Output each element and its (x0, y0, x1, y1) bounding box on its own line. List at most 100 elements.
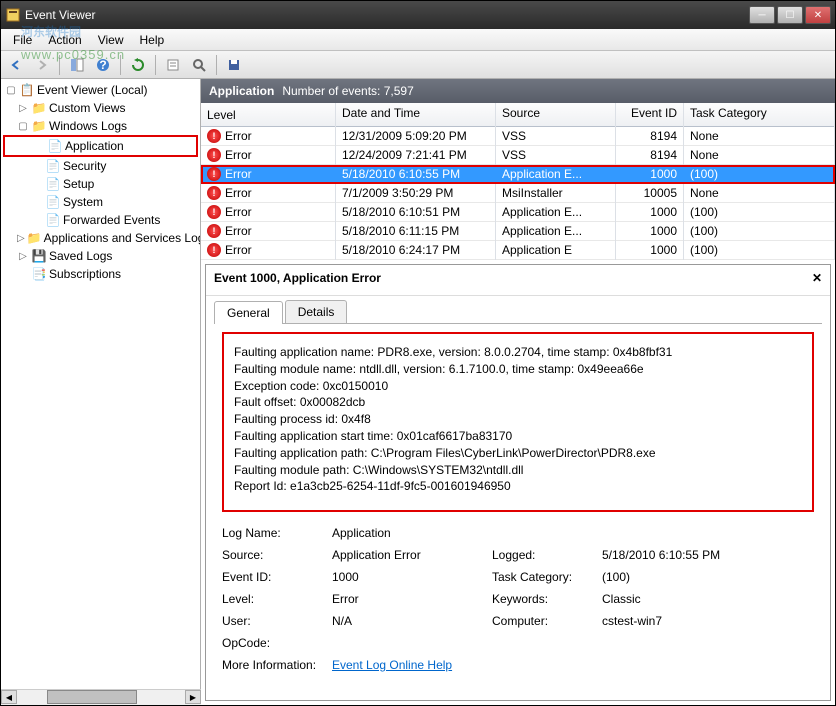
tree-application[interactable]: 📄Application (3, 135, 198, 157)
tree-subscriptions[interactable]: 📑Subscriptions (3, 265, 198, 283)
log-icon: 📄 (47, 138, 63, 154)
error-icon: ! (207, 205, 221, 219)
tree-custom-views[interactable]: ▷📁Custom Views (3, 99, 198, 117)
error-icon: ! (207, 224, 221, 238)
error-icon: ! (207, 243, 221, 257)
subscription-icon: 📑 (31, 266, 47, 282)
log-name: Application (209, 84, 274, 98)
eventviewer-icon: 📋 (19, 82, 35, 98)
scroll-right-button[interactable]: ▶ (185, 690, 201, 704)
value-user: N/A (332, 614, 492, 628)
savedlog-icon: 💾 (31, 248, 47, 264)
tab-general[interactable]: General (214, 301, 283, 324)
folder-icon: 📁 (31, 100, 47, 116)
folder-icon: 📁 (27, 230, 42, 246)
save-button[interactable] (223, 54, 245, 76)
tree-security[interactable]: 📄Security (3, 157, 198, 175)
grid-row[interactable]: !Error5/18/2010 6:10:51 PMApplication E.… (201, 203, 835, 222)
value-level: Error (332, 592, 492, 606)
app-icon (5, 7, 21, 23)
label-eventid: Event ID: (222, 570, 332, 584)
tree-scrollbar[interactable]: ◀ ▶ (1, 689, 201, 705)
help-button[interactable]: ? (92, 54, 114, 76)
value-logged: 5/18/2010 6:10:55 PM (602, 548, 762, 562)
detail-tabs: General Details (206, 300, 830, 323)
tab-general-body: Faulting application name: PDR8.exe, ver… (214, 323, 822, 692)
window-title: Event Viewer (25, 8, 749, 22)
minimize-button[interactable]: ─ (749, 6, 775, 24)
detail-close-button[interactable]: ✕ (812, 271, 822, 285)
link-online-help[interactable]: Event Log Online Help (332, 658, 762, 672)
grid-header[interactable]: Level Date and Time Source Event ID Task… (201, 103, 835, 127)
svg-text:?: ? (99, 58, 106, 72)
menu-view[interactable]: View (90, 31, 132, 49)
value-logname: Application (332, 526, 762, 540)
properties-grid: Log Name: Application Source: Applicatio… (222, 522, 814, 676)
label-user: User: (222, 614, 332, 628)
find-button[interactable] (188, 54, 210, 76)
log-header: Application Number of events: 7,597 (201, 79, 835, 103)
grid-row[interactable]: !Error5/18/2010 6:24:17 PMApplication E1… (201, 241, 835, 260)
label-computer: Computer: (492, 614, 602, 628)
col-task[interactable]: Task Category (684, 103, 835, 126)
toolbar: ? (1, 51, 835, 79)
event-count: Number of events: 7,597 (282, 84, 413, 98)
main-pane: Application Number of events: 7,597 Leve… (201, 79, 835, 705)
tab-details[interactable]: Details (285, 300, 348, 323)
content-area: ▢📋Event Viewer (Local) ▷📁Custom Views ▢📁… (1, 79, 835, 705)
fault-text[interactable]: Faulting application name: PDR8.exe, ver… (222, 332, 814, 512)
col-date[interactable]: Date and Time (336, 103, 496, 126)
label-source: Source: (222, 548, 332, 562)
detail-title: Event 1000, Application Error (214, 271, 381, 285)
grid-row[interactable]: !Error12/31/2009 5:09:20 PMVSS8194None (201, 127, 835, 146)
log-icon: 📄 (45, 194, 61, 210)
event-viewer-window: Event Viewer ─ ☐ ✕ File Action View Help… (0, 0, 836, 706)
value-keywords: Classic (602, 592, 762, 606)
label-level: Level: (222, 592, 332, 606)
navigation-tree[interactable]: ▢📋Event Viewer (Local) ▷📁Custom Views ▢📁… (1, 79, 201, 705)
scroll-thumb[interactable] (47, 690, 137, 704)
menu-file[interactable]: File (5, 31, 40, 49)
grid-row[interactable]: !Error5/18/2010 6:10:55 PMApplication E.… (201, 165, 835, 184)
tree-saved-logs[interactable]: ▷💾Saved Logs (3, 247, 198, 265)
tree-system[interactable]: 📄System (3, 193, 198, 211)
close-button[interactable]: ✕ (805, 6, 831, 24)
grid-row[interactable]: !Error5/18/2010 6:11:15 PMApplication E.… (201, 222, 835, 241)
grid-row[interactable]: !Error12/24/2009 7:21:41 PMVSS8194None (201, 146, 835, 165)
show-tree-button[interactable] (66, 54, 88, 76)
label-logname: Log Name: (222, 526, 332, 540)
label-opcode: OpCode: (222, 636, 762, 650)
col-level[interactable]: Level (201, 103, 336, 126)
tree-setup[interactable]: 📄Setup (3, 175, 198, 193)
maximize-button[interactable]: ☐ (777, 6, 803, 24)
label-keywords: Keywords: (492, 592, 602, 606)
forward-button[interactable] (31, 54, 53, 76)
detail-pane: Event 1000, Application Error ✕ General … (205, 264, 831, 701)
scroll-left-button[interactable]: ◀ (1, 690, 17, 704)
log-icon: 📄 (45, 176, 61, 192)
log-icon: 📄 (45, 158, 61, 174)
label-taskcat: Task Category: (492, 570, 602, 584)
tree-forwarded[interactable]: 📄Forwarded Events (3, 211, 198, 229)
label-moreinfo: More Information: (222, 658, 332, 672)
grid-row[interactable]: !Error7/1/2009 3:50:29 PMMsiInstaller100… (201, 184, 835, 203)
col-source[interactable]: Source (496, 103, 616, 126)
menu-action[interactable]: Action (40, 31, 89, 49)
menu-help[interactable]: Help (132, 31, 173, 49)
tree-windows-logs[interactable]: ▢📁Windows Logs (3, 117, 198, 135)
titlebar[interactable]: Event Viewer ─ ☐ ✕ (1, 1, 835, 29)
label-logged: Logged: (492, 548, 602, 562)
col-eventid[interactable]: Event ID (616, 103, 684, 126)
tree-app-services[interactable]: ▷📁Applications and Services Logs (3, 229, 198, 247)
value-computer: cstest-win7 (602, 614, 762, 628)
value-eventid: 1000 (332, 570, 492, 584)
log-icon: 📄 (45, 212, 61, 228)
value-source: Application Error (332, 548, 492, 562)
tree-root[interactable]: ▢📋Event Viewer (Local) (3, 81, 198, 99)
event-grid[interactable]: Level Date and Time Source Event ID Task… (201, 103, 835, 260)
refresh-button[interactable] (127, 54, 149, 76)
back-button[interactable] (5, 54, 27, 76)
error-icon: ! (207, 148, 221, 162)
properties-button[interactable] (162, 54, 184, 76)
error-icon: ! (207, 186, 221, 200)
